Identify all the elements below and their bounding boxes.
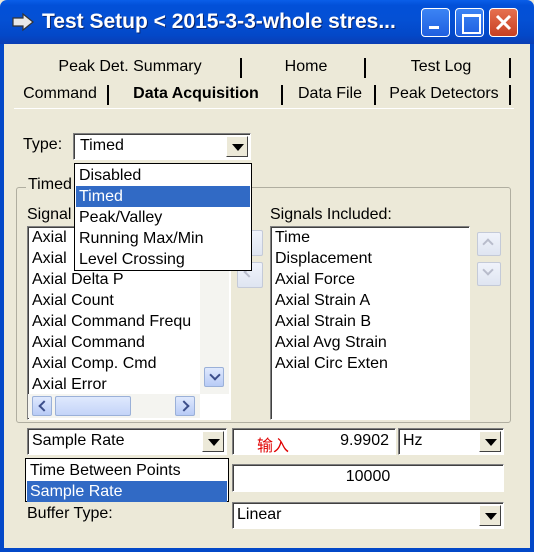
scroll-right-button[interactable] — [175, 396, 195, 416]
app-icon — [12, 12, 34, 32]
list-item[interactable]: Axial Command Frequ — [32, 313, 191, 331]
move-down-button[interactable] — [477, 262, 501, 286]
input-hint: 输入 — [257, 438, 290, 455]
tab-separator — [364, 58, 366, 78]
scroll-thumb[interactable] — [55, 396, 131, 416]
list-item[interactable]: Axial Error — [32, 376, 107, 394]
list-item[interactable]: Displacement — [275, 250, 372, 268]
close-icon — [495, 14, 512, 31]
tab-peak-detectors[interactable]: Peak Detectors — [382, 81, 506, 107]
tab-data-acquisition[interactable]: Data Acquisition — [116, 81, 276, 107]
minimize-button[interactable] — [421, 8, 450, 37]
scroll-down-button[interactable] — [204, 367, 224, 387]
buffer-type-value: Linear — [237, 506, 282, 523]
rate-mode-value: Sample Rate — [32, 432, 125, 449]
rate-value: 9.9902 — [340, 432, 389, 449]
list-item[interactable]: Axial Strain A — [275, 292, 370, 310]
title-bar[interactable]: Test Setup < 2015-3-3-whole stres... — [0, 0, 534, 44]
chevron-down-icon[interactable] — [226, 136, 248, 157]
timed-group-label: Timed — [26, 176, 74, 194]
list-item[interactable]: Axial — [32, 250, 67, 268]
signals-available-label: Signal — [27, 206, 72, 223]
move-up-button[interactable] — [477, 232, 501, 256]
rate-mode-dropdown-list[interactable]: Time Between Points Sample Rate — [25, 458, 229, 502]
buffer-type-label: Buffer Type: — [27, 505, 113, 522]
type-option-disabled[interactable]: Disabled — [76, 165, 250, 186]
signals-included-list[interactable]: Time Displacement Axial Force Axial Stra… — [270, 226, 470, 420]
scroll-left-button[interactable] — [32, 396, 52, 416]
rate-value-field[interactable]: 输入 9.9902 — [232, 428, 396, 455]
type-option-timed[interactable]: Timed — [76, 186, 250, 207]
type-label: Type: — [23, 136, 63, 153]
tab-peak-det-summary[interactable]: Peak Det. Summary — [48, 54, 212, 80]
list-item[interactable]: Axial Count — [32, 292, 114, 310]
type-combobox[interactable]: Timed — [73, 133, 251, 160]
rate-mode-combobox[interactable]: Sample Rate — [27, 428, 227, 455]
tab-separator — [509, 58, 511, 78]
tab-separator — [107, 85, 109, 105]
buffer-type-combobox[interactable]: Linear — [232, 502, 504, 529]
tab-test-log[interactable]: Test Log — [386, 54, 496, 80]
list-item[interactable]: Axial Delta P — [32, 271, 124, 289]
type-option-peak-valley[interactable]: Peak/Valley — [76, 207, 250, 228]
points-field[interactable]: 10000 — [232, 464, 504, 492]
list-item[interactable]: Axial Command — [32, 334, 145, 352]
tab-separator — [281, 85, 283, 105]
type-dropdown-list[interactable]: Disabled Timed Peak/Valley Running Max/M… — [74, 163, 252, 271]
signals-included-label: Signals Included: — [270, 206, 392, 223]
list-item[interactable]: Axial Comp. Cmd — [32, 355, 156, 373]
tab-data-file[interactable]: Data File — [290, 81, 370, 107]
list-item[interactable]: Axial Circ Exten — [275, 355, 388, 373]
chevron-down-icon[interactable] — [479, 505, 501, 526]
tab-separator — [240, 58, 242, 78]
close-button[interactable] — [489, 8, 518, 37]
window-frame-right — [530, 44, 534, 552]
chevron-down-icon[interactable] — [202, 431, 224, 452]
chevron-down-icon[interactable] — [479, 431, 501, 452]
type-option-running-max-min[interactable]: Running Max/Min — [76, 228, 250, 249]
window-frame-bottom — [0, 548, 534, 552]
type-option-level-crossing[interactable]: Level Crossing — [76, 249, 250, 270]
tab-command[interactable]: Command — [20, 81, 100, 107]
list-item[interactable]: Axial Force — [275, 271, 355, 289]
maximize-button[interactable] — [455, 8, 484, 37]
list-item[interactable]: Axial — [32, 229, 67, 247]
tab-home[interactable]: Home — [266, 54, 346, 80]
rate-option-time-between-points[interactable]: Time Between Points — [27, 460, 227, 481]
tab-panel-border — [14, 108, 514, 109]
tab-separator — [374, 85, 376, 105]
rate-option-sample-rate[interactable]: Sample Rate — [27, 481, 227, 502]
list-item[interactable]: Axial Avg Strain — [275, 334, 387, 352]
list-item[interactable]: Time — [275, 229, 310, 247]
type-combobox-value: Timed — [80, 137, 124, 154]
window-title: Test Setup < 2015-3-3-whole stres... — [42, 10, 396, 33]
rate-unit-value: Hz — [403, 432, 423, 449]
rate-unit-combobox[interactable]: Hz — [398, 428, 504, 455]
tab-separator — [509, 85, 511, 105]
points-value: 10000 — [345, 468, 391, 485]
list-item[interactable]: Axial Strain B — [275, 313, 371, 331]
